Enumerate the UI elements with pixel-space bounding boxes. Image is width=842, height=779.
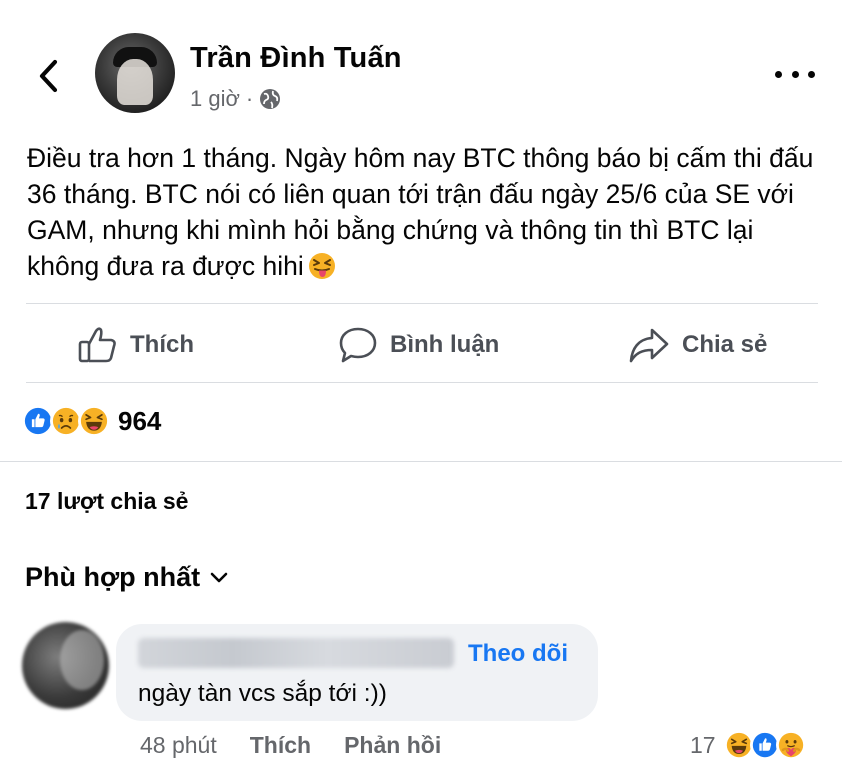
comment-label: Bình luận (390, 331, 500, 358)
comment-bubble: Theo dõi ngày tàn vcs sắp tới :)) (116, 624, 598, 721)
comment-reaction-count: 17 (690, 731, 716, 758)
care-icon (775, 730, 806, 760)
reaction-count: 964 (118, 405, 162, 436)
post-meta: 1 giờ · (190, 86, 281, 112)
comment-button[interactable]: Bình luận (338, 326, 499, 364)
chevron-down-icon (210, 572, 228, 582)
comment-like-button[interactable]: Thích (250, 732, 311, 759)
commenter-avatar[interactable] (22, 622, 109, 709)
more-dot-icon (791, 70, 799, 78)
follow-button[interactable]: Theo dõi (468, 640, 568, 668)
author-name[interactable]: Trần Đình Tuấn (190, 42, 402, 75)
comment-reply-button[interactable]: Phản hồi (344, 732, 441, 759)
comment-text: ngày tàn vcs sắp tới :)) (138, 680, 387, 707)
commenter-name-redacted[interactable] (138, 638, 454, 668)
haha-icon (78, 405, 110, 437)
share-label: Chia sẻ (682, 331, 768, 358)
more-dot-icon (808, 70, 815, 78)
post-header: Trần Đình Tuấn 1 giờ · (0, 0, 842, 130)
share-button[interactable]: Chia sẻ (628, 326, 767, 364)
speech-bubble-icon (339, 327, 377, 363)
sort-label: Phù hợp nhất (25, 562, 201, 592)
thumbs-up-icon (78, 327, 116, 363)
comment-time[interactable]: 48 phút (140, 732, 217, 759)
post-text: Điều tra hơn 1 tháng. Ngày hôm nay BTC t… (27, 143, 814, 281)
globe-icon (260, 89, 281, 109)
post-time[interactable]: 1 giờ (190, 86, 240, 112)
more-options-button[interactable] (775, 63, 815, 85)
like-label: Thích (130, 331, 194, 358)
divider (26, 382, 818, 383)
comment-footer: 48 phút Thích Phản hồi (140, 732, 474, 759)
more-dot-icon (775, 70, 782, 78)
post-actions: Thích Bình luận Chia sẻ (0, 304, 842, 382)
reaction-summary[interactable]: 964 (22, 405, 161, 437)
post-body: Điều tra hơn 1 tháng. Ngày hôm nay BTC t… (27, 140, 827, 284)
like-button[interactable]: Thích (78, 326, 194, 364)
share-arrow-icon (629, 328, 669, 363)
section-divider (0, 461, 842, 462)
share-count[interactable]: 17 lượt chia sẻ (25, 488, 188, 515)
comment-reactions[interactable]: 17 (690, 730, 806, 760)
squinting-tongue-emoji (308, 253, 335, 279)
meta-separator: · (245, 86, 254, 111)
chevron-left-icon (39, 59, 58, 93)
author-avatar[interactable] (95, 33, 175, 113)
comment-sort-dropdown[interactable]: Phù hợp nhất (25, 562, 228, 593)
back-button[interactable] (30, 56, 66, 96)
